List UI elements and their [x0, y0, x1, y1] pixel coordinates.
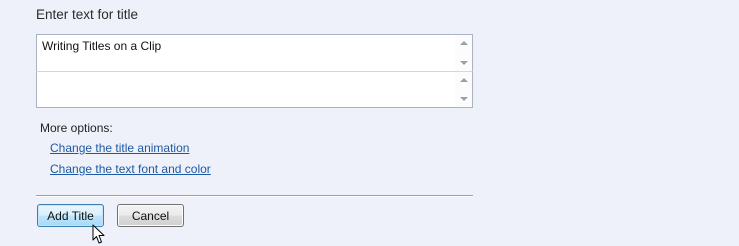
change-animation-link[interactable]: Change the title animation: [50, 141, 189, 155]
text-area-scrollbar-2[interactable]: [455, 72, 472, 107]
chevron-up-icon[interactable]: [460, 78, 468, 82]
title-text-area-line1[interactable]: Writing Titles on a Clip: [36, 34, 473, 72]
more-options-label: More options:: [40, 121, 113, 135]
text-area-scrollbar[interactable]: [455, 35, 472, 71]
title-prompt-heading: Enter text for title: [36, 7, 139, 22]
title-text-value: Writing Titles on a Clip: [42, 39, 162, 53]
mouse-pointer-icon: [92, 224, 105, 244]
change-font-color-link[interactable]: Change the text font and color: [50, 162, 211, 176]
title-text-area-line2[interactable]: [36, 71, 473, 108]
chevron-up-icon[interactable]: [460, 41, 468, 45]
chevron-down-icon[interactable]: [460, 97, 468, 101]
separator-line: [36, 195, 473, 197]
chevron-down-icon[interactable]: [460, 61, 468, 65]
cancel-button[interactable]: Cancel: [117, 204, 184, 227]
